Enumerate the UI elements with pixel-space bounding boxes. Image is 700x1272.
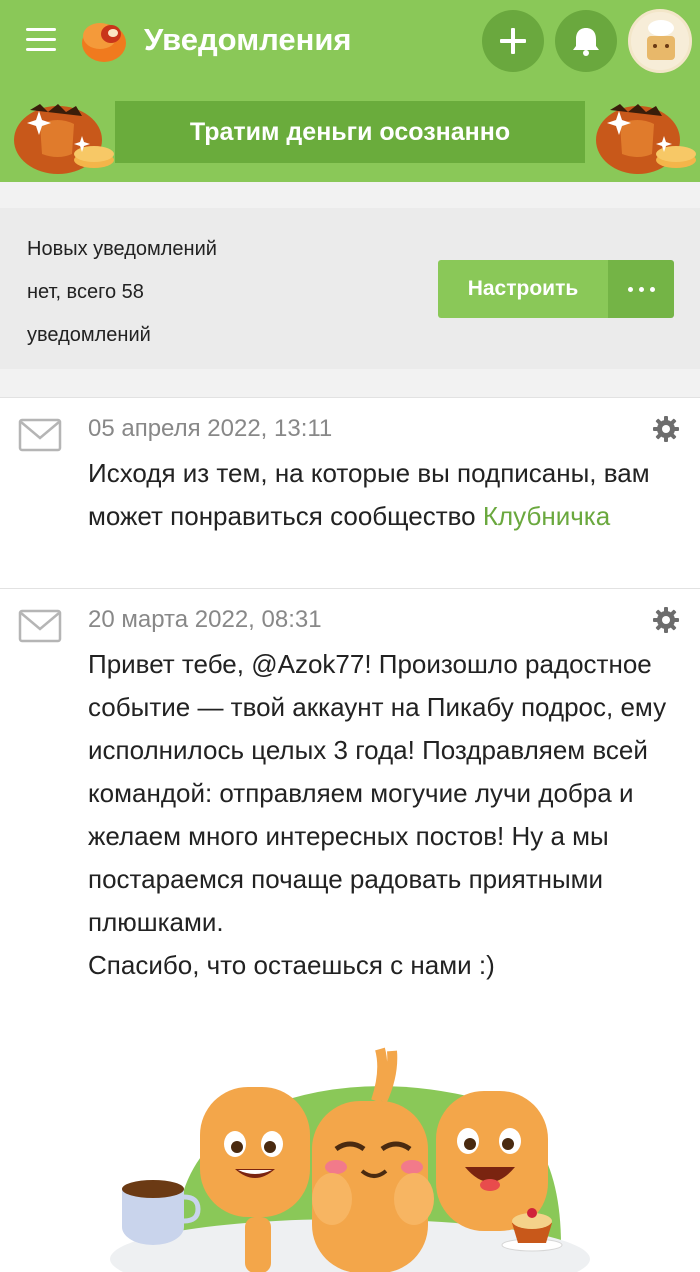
summary-text: Новых уведомлений нет, всего 58 уведомле… [27, 228, 287, 357]
menu-icon[interactable] [26, 28, 56, 52]
banner-decoration-right [596, 104, 696, 174]
notifications-button[interactable] [555, 10, 617, 72]
summary-line-2: нет, всего 58 [27, 281, 144, 303]
community-link[interactable]: Клубничка [483, 501, 610, 531]
summary-line-3: уведомлений [27, 324, 151, 346]
banner-button[interactable]: Тратим деньги осознанно [115, 101, 585, 163]
spacer [0, 369, 700, 397]
more-icon[interactable] [608, 260, 674, 318]
notification-text: Привет тебе, @Azok77! Произошло радостно… [88, 643, 678, 987]
notification-message: Привет тебе, @Azok77! Произошло радостно… [88, 649, 667, 937]
configure-button[interactable]: Настроить [438, 260, 608, 318]
notification-signoff: Спасибо, что остаешься с нами :) [88, 950, 495, 980]
banner-decoration-left [14, 104, 114, 174]
notification-item: 05 апреля 2022, 13:11 Исходя из тем, на … [0, 397, 700, 588]
top-bar: Уведомления Тратим деньги осознанно [0, 0, 700, 182]
gear-icon[interactable] [652, 606, 680, 634]
envelope-icon[interactable] [18, 609, 62, 643]
plus-icon [500, 28, 526, 54]
birthday-mascots-illustration [110, 1047, 590, 1272]
notifications-summary: Новых уведомлений нет, всего 58 уведомле… [0, 208, 700, 369]
notification-date: 05 апреля 2022, 13:11 [88, 415, 333, 442]
pikabu-logo[interactable] [78, 16, 128, 64]
add-post-button[interactable] [482, 10, 544, 72]
notification-date: 20 марта 2022, 08:31 [88, 606, 322, 633]
page-title: Уведомления [144, 22, 352, 57]
notification-text: Исходя из тем, на которые вы подписаны, … [88, 452, 678, 538]
bell-icon [573, 28, 599, 56]
spacer [0, 182, 700, 208]
avatar[interactable] [628, 9, 692, 73]
gear-icon[interactable] [652, 415, 680, 443]
notification-item: 20 марта 2022, 08:31 Привет тебе, @Azok7… [0, 588, 700, 1272]
envelope-icon[interactable] [18, 418, 62, 452]
summary-line-1: Новых уведомлений [27, 238, 217, 260]
avatar-image [631, 12, 689, 70]
